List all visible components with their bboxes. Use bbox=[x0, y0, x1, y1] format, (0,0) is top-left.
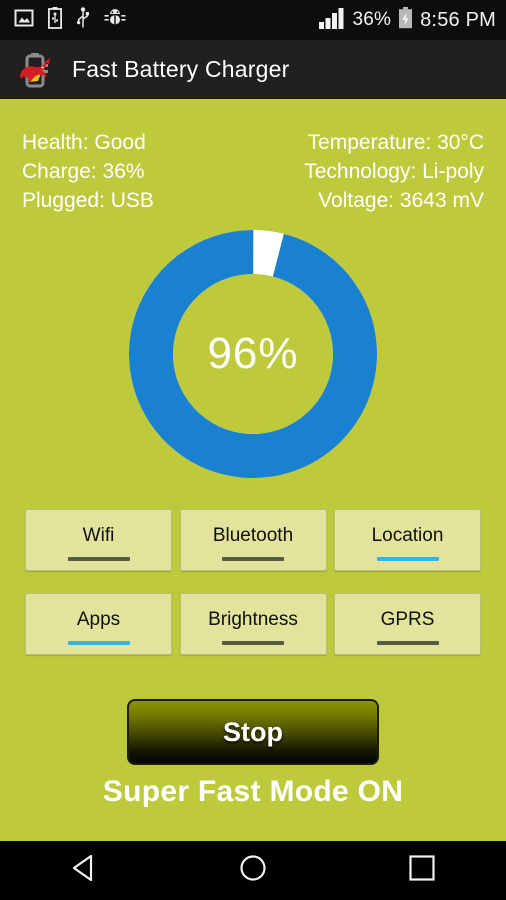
image-icon bbox=[14, 8, 34, 33]
toggle-wifi-label: Wifi bbox=[82, 525, 115, 546]
info-health: Health: Good bbox=[22, 131, 146, 154]
home-circle-icon bbox=[236, 851, 270, 890]
clock-label: 8:56 PM bbox=[420, 8, 496, 31]
battery-info-block: Health: Good Charge: 36% Plugged: USB Te… bbox=[0, 129, 506, 214]
signal-bars-icon bbox=[319, 7, 345, 34]
toggle-wifi[interactable]: Wifi bbox=[25, 509, 172, 571]
charge-gauge-wrap: 96% bbox=[0, 229, 506, 479]
toggle-gprs-state-indicator bbox=[376, 641, 439, 645]
action-button-wrap: Stop bbox=[0, 699, 506, 765]
nav-home-button[interactable] bbox=[203, 841, 303, 900]
toggle-apps-state-indicator bbox=[67, 641, 130, 645]
toggle-bluetooth[interactable]: Bluetooth bbox=[179, 509, 327, 571]
toggle-gprs[interactable]: GPRS bbox=[334, 593, 481, 655]
android-debug-bug-icon bbox=[104, 8, 126, 33]
battery-info-right-column: Temperature: 30°C Technology: Li-poly Vo… bbox=[304, 129, 484, 214]
battery-info-left-column: Health: Good Charge: 36% Plugged: USB bbox=[22, 129, 154, 214]
toggle-location[interactable]: Location bbox=[334, 509, 481, 571]
nav-recents-button[interactable] bbox=[372, 841, 472, 900]
charging-battery-icon bbox=[398, 6, 413, 34]
app-bar: Fast Battery Charger bbox=[0, 40, 506, 99]
toggle-location-state-indicator bbox=[376, 557, 439, 561]
usb-icon bbox=[76, 6, 90, 34]
recents-square-icon bbox=[405, 851, 439, 890]
nav-back-button[interactable] bbox=[34, 841, 134, 900]
toggle-apps-label: Apps bbox=[76, 609, 121, 630]
toggle-brightness-label: Brightness bbox=[208, 609, 298, 630]
status-bar: 36% 8:56 PM bbox=[0, 0, 506, 40]
toggle-bluetooth-label: Bluetooth bbox=[212, 525, 294, 546]
toggle-brightness[interactable]: Brightness bbox=[179, 593, 327, 655]
toggle-location-label: Location bbox=[371, 525, 444, 546]
app-title: Fast Battery Charger bbox=[72, 56, 290, 82]
toggle-row-2: Apps Brightness GPRS bbox=[25, 593, 481, 655]
toggle-brightness-state-indicator bbox=[222, 641, 284, 645]
charge-gauge-value: 96% bbox=[207, 329, 299, 378]
usb-battery-icon bbox=[47, 6, 62, 34]
toggle-row-1: Wifi Bluetooth Location bbox=[25, 509, 481, 571]
info-voltage: Voltage: 3643 mV bbox=[318, 189, 484, 212]
toggle-gprs-label: GPRS bbox=[380, 609, 435, 630]
navigation-bar bbox=[0, 841, 506, 900]
battery-percent-label: 36% bbox=[352, 9, 392, 30]
info-plugged: Plugged: USB bbox=[22, 189, 154, 212]
toggle-wifi-state-indicator bbox=[67, 557, 130, 561]
stop-button[interactable]: Stop bbox=[127, 699, 379, 765]
main-content: Health: Good Charge: 36% Plugged: USB Te… bbox=[0, 99, 506, 841]
toggle-grid: Wifi Bluetooth Location Apps Brightness … bbox=[0, 509, 506, 677]
phone-screen: 36% 8:56 PM Fast Battery Charger Health:… bbox=[0, 0, 506, 900]
red-bull-battery-app-icon bbox=[16, 47, 62, 93]
info-technology: Technology: Li-poly bbox=[304, 160, 484, 183]
status-bar-right: 36% 8:56 PM bbox=[319, 6, 496, 34]
toggle-apps[interactable]: Apps bbox=[25, 593, 172, 655]
info-charge: Charge: 36% bbox=[22, 160, 145, 183]
toggle-bluetooth-state-indicator bbox=[222, 557, 284, 561]
mode-status-label: Super Fast Mode ON bbox=[102, 775, 404, 808]
status-bar-left-icons bbox=[14, 6, 126, 34]
back-triangle-icon bbox=[67, 851, 101, 890]
charge-gauge-donut: 96% bbox=[129, 230, 377, 478]
info-temperature: Temperature: 30°C bbox=[307, 131, 484, 154]
